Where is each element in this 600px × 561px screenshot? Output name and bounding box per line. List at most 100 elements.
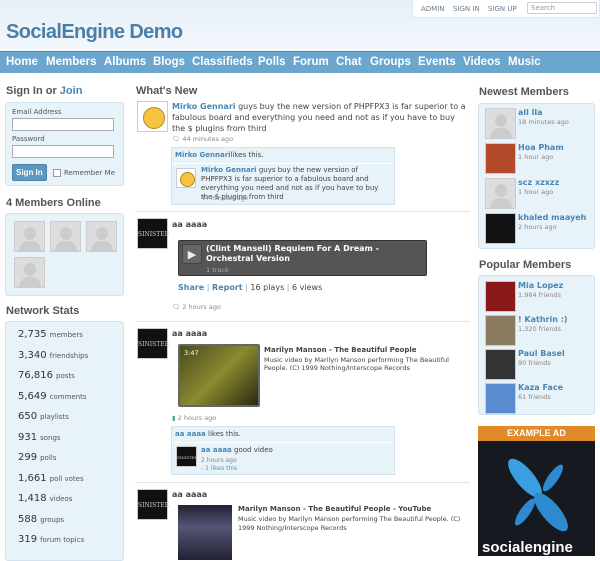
member-item: Kaza Face 61 friends [518,383,563,401]
sign-in-link[interactable]: SIGN IN [453,5,480,13]
video-duration: 3:47 [184,349,199,357]
site-logo[interactable]: SocialEngine Demo [6,21,183,44]
member-avatar[interactable] [14,257,45,288]
comment-avatar[interactable] [176,168,196,188]
comment-user-link[interactable]: Mirko Gennari [201,166,257,174]
nav-chat[interactable]: Chat [336,56,362,68]
nav-groups[interactable]: Groups [370,56,411,68]
comment-user-link[interactable]: aa aaaa [201,446,232,454]
stat-value: 299 [18,452,38,463]
video-title-link[interactable]: Marilyn Manson - The Beautiful People - … [238,504,431,515]
like-user-link[interactable]: aa aaaa [175,430,206,438]
nav-home[interactable]: Home [6,56,38,68]
comment-time: 2 hours ago [201,457,237,464]
admin-link[interactable]: ADMIN [421,5,445,13]
time-text: 2 hours ago [177,414,217,422]
member-name-link[interactable]: Paul Basel [518,349,565,358]
stat-label: songs [40,433,61,442]
member-avatar[interactable] [14,221,45,252]
member-avatar[interactable] [485,108,516,139]
stat-songs: 931 songs [18,432,61,443]
signin-title-text: Sign In or [6,85,57,97]
divider [135,211,470,212]
nav-albums[interactable]: Albums [104,56,146,68]
user-avatar[interactable]: SINISTER [137,328,169,359]
password-field[interactable] [12,145,114,158]
stat-value: 5,649 [18,390,47,402]
user-link[interactable]: aa aaaa [172,489,207,500]
feed-item-text: Mirko Gennari guys buy the new version o… [172,101,467,134]
divider [135,321,470,322]
nav-blogs[interactable]: Blogs [153,56,185,68]
nav-classifieds[interactable]: Classifieds [192,56,253,68]
user-avatar[interactable]: SINISTER [137,218,169,249]
email-label: Email Address [12,108,62,116]
comment-icon: 🗨 [172,135,181,143]
user-link[interactable]: aa aaaa [172,219,207,230]
stat-polls: 299 polls [18,452,56,463]
stat-value: 588 [18,513,38,525]
member-item: Hoa Pham 1 hour ago [518,143,564,161]
video-title-link[interactable]: Marilyn Manson - The Beautiful People [264,345,417,356]
member-name-link[interactable]: scz xzxzz [518,178,559,187]
play-icon[interactable]: ▶ [182,244,202,264]
member-avatar[interactable] [485,349,516,380]
video-description: Music video by Marilyn Manson performing… [238,515,461,532]
track-title[interactable]: (Clint Mansell) Requiem For A Dream - Or… [206,244,424,264]
join-link[interactable]: Join [60,85,83,97]
user-avatar[interactable]: SINISTER [137,489,169,520]
report-link[interactable]: Report [212,283,243,292]
stats-title: Network Stats [6,305,80,317]
member-avatar[interactable] [485,315,516,346]
user-avatar[interactable] [137,101,168,132]
stat-forum-topics: 319 forum topics [18,534,84,545]
member-name-link[interactable]: khaled maayeh [518,213,586,222]
comment-avatar[interactable]: SINISTER [176,446,198,467]
video-thumbnail[interactable]: 3:47 [178,344,260,407]
signin-title: Sign In or Join [6,85,82,97]
music-actions: Share | Report | 16 plays | 6 views [178,283,323,292]
member-name-link[interactable]: ! Kathrin :) [518,315,568,324]
share-link[interactable]: Share [178,283,204,292]
user-link[interactable]: Mirko Gennari [172,102,236,111]
stat-label: forum topics [40,536,85,544]
nav-forum[interactable]: Forum [293,56,329,68]
socialengine-logo-icon [508,458,568,532]
stat-value: 931 [18,431,38,443]
nav-videos[interactable]: Videos [463,56,501,68]
member-avatar[interactable] [485,383,516,414]
track-count: 1 track [206,266,229,274]
nav-members[interactable]: Members [46,56,97,68]
email-field[interactable] [12,118,114,131]
sign-up-link[interactable]: SIGN UP [488,5,517,13]
member-avatar[interactable] [485,213,516,244]
nav-events[interactable]: Events [418,56,456,68]
remember-me-checkbox[interactable] [53,169,61,177]
stat-value: 319 [18,534,38,545]
search-input[interactable]: Search [527,2,597,14]
video-thumbnail[interactable] [178,505,232,560]
divider [135,482,470,483]
member-avatar[interactable] [86,221,117,252]
stat-value: 2,735 [18,329,47,340]
network-stats: 2,735 members 3,340 friendships 76,816 posts 5… [5,321,124,561]
like-user-link[interactable]: Mirko Gennari [175,151,231,159]
likes-text: likes this. [208,430,241,438]
sign-in-button[interactable]: Sign In [12,164,47,181]
member-avatar[interactable] [485,143,516,174]
member-name-link[interactable]: all lla [518,108,569,117]
example-ad[interactable]: EXAMPLE AD socialengine [478,426,595,556]
nav-polls[interactable]: Polls [258,56,285,68]
nav-music[interactable]: Music [508,56,541,68]
stat-label: playlists [40,413,69,421]
stat-videos: 1,418 videos [18,493,72,504]
member-name-link[interactable]: Kaza Face [518,383,563,392]
comment-likes[interactable]: - 1 likes this [201,465,237,472]
stat-groups: 588 groups [18,514,64,525]
member-name-link[interactable]: Mia Lopez [518,281,563,290]
member-name-link[interactable]: Hoa Pham [518,143,564,152]
member-avatar[interactable] [50,221,81,252]
member-avatar[interactable] [485,281,516,312]
member-avatar[interactable] [485,178,516,209]
user-link[interactable]: aa aaaa [172,328,207,339]
